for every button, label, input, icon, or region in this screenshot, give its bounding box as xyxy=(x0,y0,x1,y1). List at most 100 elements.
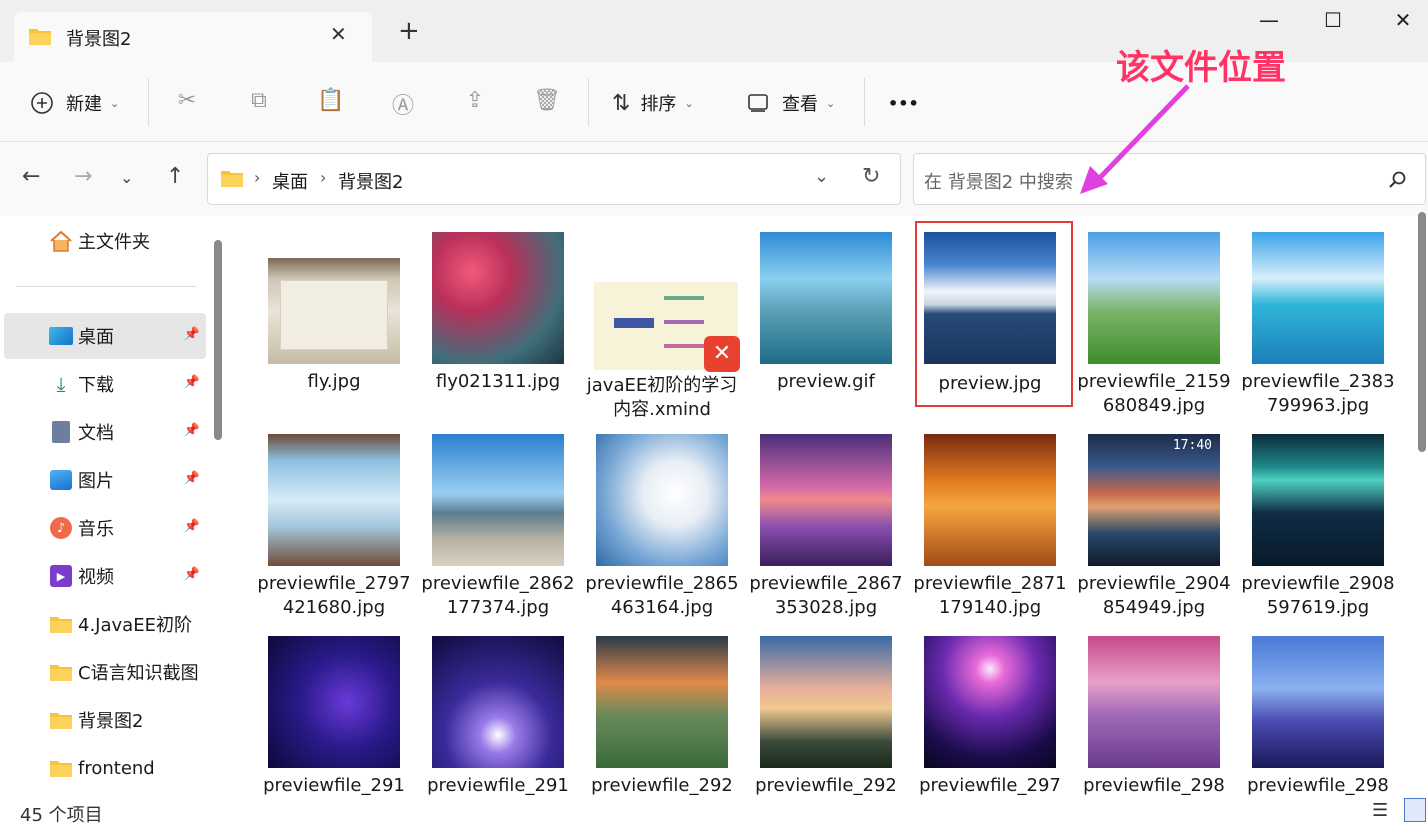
file-item[interactable]: fly021311.jpg xyxy=(418,226,578,416)
sidebar-item-label: frontend xyxy=(78,757,155,779)
file-item[interactable]: previewfile_2865463164.jpg xyxy=(582,428,742,618)
content-scrollbar[interactable] xyxy=(1418,212,1426,452)
breadcrumb-current[interactable]: 背景图2 xyxy=(338,168,403,194)
file-item[interactable]: preview.gif xyxy=(746,226,906,416)
pin-icon[interactable]: 📌 xyxy=(184,519,200,534)
file-thumbnail xyxy=(596,636,728,768)
close-tab-icon[interactable]: ✕ xyxy=(330,22,347,46)
file-item[interactable]: previewfile_292 xyxy=(746,630,906,796)
breadcrumb-separator: › xyxy=(320,168,327,187)
pin-icon[interactable]: 📌 xyxy=(184,327,200,342)
sidebar-item-videos[interactable]: ▶ 视频 📌 xyxy=(4,553,206,599)
file-name: previewfile_292 xyxy=(591,775,733,796)
sidebar-item-documents[interactable]: 文档 📌 xyxy=(4,409,206,455)
paste-icon[interactable]: 📋 xyxy=(316,88,346,118)
file-item[interactable]: ✕ javaEE初阶的学习内容.xmind xyxy=(582,226,742,420)
view-button[interactable]: 查看 ⌄ xyxy=(748,86,835,120)
tab-active[interactable]: 背景图2 ✕ xyxy=(14,12,372,62)
copy-icon[interactable]: ⧉ xyxy=(244,88,274,118)
sort-button[interactable]: ⇅ 排序 ⌄ xyxy=(612,86,694,120)
file-item[interactable]: 17:40 previewfile_2904854949.jpg xyxy=(1074,428,1234,618)
new-label: 新建 xyxy=(66,94,102,115)
sidebar-item-desktop[interactable]: 桌面 📌 xyxy=(4,313,206,359)
sidebar-item-label: 图片 xyxy=(78,471,114,492)
address-bar[interactable]: › 桌面 › 背景图2 ⌄ ↻ xyxy=(207,153,901,205)
pin-icon[interactable]: 📌 xyxy=(184,423,200,438)
file-thumbnail xyxy=(268,258,400,364)
divider xyxy=(148,78,149,126)
sidebar-item-label: 音乐 xyxy=(78,519,114,540)
document-icon xyxy=(48,420,74,444)
file-name: previewfile_2904854949.jpg xyxy=(1077,573,1231,618)
maximize-button[interactable]: ☐ xyxy=(1310,8,1356,38)
sidebar-item-pictures[interactable]: 图片 📌 xyxy=(4,457,206,503)
large-icons-view-icon[interactable] xyxy=(1404,798,1426,822)
folder-icon xyxy=(48,660,74,684)
file-item[interactable]: previewfile_291 xyxy=(418,630,578,796)
forward-icon[interactable]: → xyxy=(74,164,92,189)
sidebar-scrollbar[interactable] xyxy=(214,240,222,440)
sidebar-item-frontend[interactable]: frontend xyxy=(4,745,206,791)
file-item[interactable]: previewfile_2871179140.jpg xyxy=(910,428,1070,618)
file-item[interactable]: previewfile_292 xyxy=(582,630,742,796)
file-item[interactable]: fly.jpg xyxy=(254,226,414,416)
file-name: previewfile_2159680849.jpg xyxy=(1077,371,1231,416)
sort-label: 排序 xyxy=(640,94,677,115)
sidebar-item-label: 背景图2 xyxy=(78,711,144,732)
close-window-button[interactable]: ✕ xyxy=(1380,8,1426,38)
file-item[interactable]: previewfile_2867353028.jpg xyxy=(746,428,906,618)
new-tab-button[interactable]: + xyxy=(398,18,420,44)
download-icon: ⤓ xyxy=(56,372,66,396)
delete-icon[interactable]: 🗑 xyxy=(532,88,562,118)
file-name: previewfile_2862177374.jpg xyxy=(421,573,575,618)
sidebar-item-music[interactable]: ♪ 音乐 📌 xyxy=(4,505,206,551)
chevron-down-icon: ⌄ xyxy=(826,96,836,110)
file-item[interactable]: previewfile_297 xyxy=(910,630,1070,796)
file-thumbnail xyxy=(760,232,892,364)
minimize-button[interactable]: — xyxy=(1246,8,1292,38)
rename-icon[interactable]: Ⓐ xyxy=(388,88,418,119)
file-name: fly021311.jpg xyxy=(435,371,561,392)
search-placeholder: 在 背景图2 中搜索 xyxy=(924,172,1073,193)
cut-icon[interactable]: ✂ xyxy=(172,88,202,118)
breadcrumb-desktop[interactable]: 桌面 xyxy=(272,168,308,194)
file-thumbnail xyxy=(432,636,564,768)
view-icon xyxy=(748,94,768,112)
breadcrumb-separator: › xyxy=(254,168,261,187)
file-name: previewfile_2867353028.jpg xyxy=(749,573,903,618)
xmind-icon: ✕ xyxy=(704,336,740,372)
back-icon[interactable]: ← xyxy=(22,164,40,189)
sidebar-item-javaee[interactable]: 4.JavaEE初阶 xyxy=(4,601,206,647)
file-name: previewfile_2383799963.jpg xyxy=(1241,371,1395,416)
file-item[interactable]: previewfile_2159680849.jpg xyxy=(1074,226,1234,416)
sidebar-item-c-screenshots[interactable]: C语言知识截图 xyxy=(4,649,206,695)
sidebar-item-backgrounds2[interactable]: 背景图2 xyxy=(4,697,206,743)
file-item[interactable]: previewfile_2908597619.jpg xyxy=(1238,428,1398,618)
pin-icon[interactable]: 📌 xyxy=(184,375,200,390)
chevron-down-icon[interactable]: ⌄ xyxy=(814,166,829,187)
up-icon[interactable]: ↑ xyxy=(166,164,184,189)
chevron-down-icon: ⌄ xyxy=(684,96,694,110)
file-thumbnail: 17:40 xyxy=(1088,434,1220,566)
file-item[interactable]: previewfile_298 xyxy=(1074,630,1234,796)
file-thumbnail xyxy=(760,636,892,768)
file-item[interactable]: previewfile_298 xyxy=(1238,630,1398,796)
file-item[interactable]: previewfile_2797421680.jpg xyxy=(254,428,414,618)
sidebar-item-home[interactable]: 主文件夹 xyxy=(4,218,206,264)
pin-icon[interactable]: 📌 xyxy=(184,567,200,582)
file-item[interactable]: previewfile_291 xyxy=(254,630,414,796)
share-icon[interactable]: ⇪ xyxy=(460,88,490,118)
new-button[interactable]: 新建 ⌄ xyxy=(30,86,119,120)
divider xyxy=(864,78,865,126)
details-view-icon[interactable]: ☰ xyxy=(1372,800,1388,821)
sidebar-item-downloads[interactable]: ⤓ 下载 📌 xyxy=(4,361,206,407)
file-item[interactable]: previewfile_2862177374.jpg xyxy=(418,428,578,618)
thumbnail-clock: 17:40 xyxy=(1172,438,1212,453)
file-thumbnail xyxy=(1252,636,1384,768)
search-icon[interactable] xyxy=(1388,170,1408,190)
more-options-button[interactable]: ••• xyxy=(888,86,919,120)
refresh-icon[interactable]: ↻ xyxy=(862,164,880,189)
recent-locations-icon[interactable]: ⌄ xyxy=(120,168,133,187)
file-item[interactable]: previewfile_2383799963.jpg xyxy=(1238,226,1398,416)
pin-icon[interactable]: 📌 xyxy=(184,471,200,486)
